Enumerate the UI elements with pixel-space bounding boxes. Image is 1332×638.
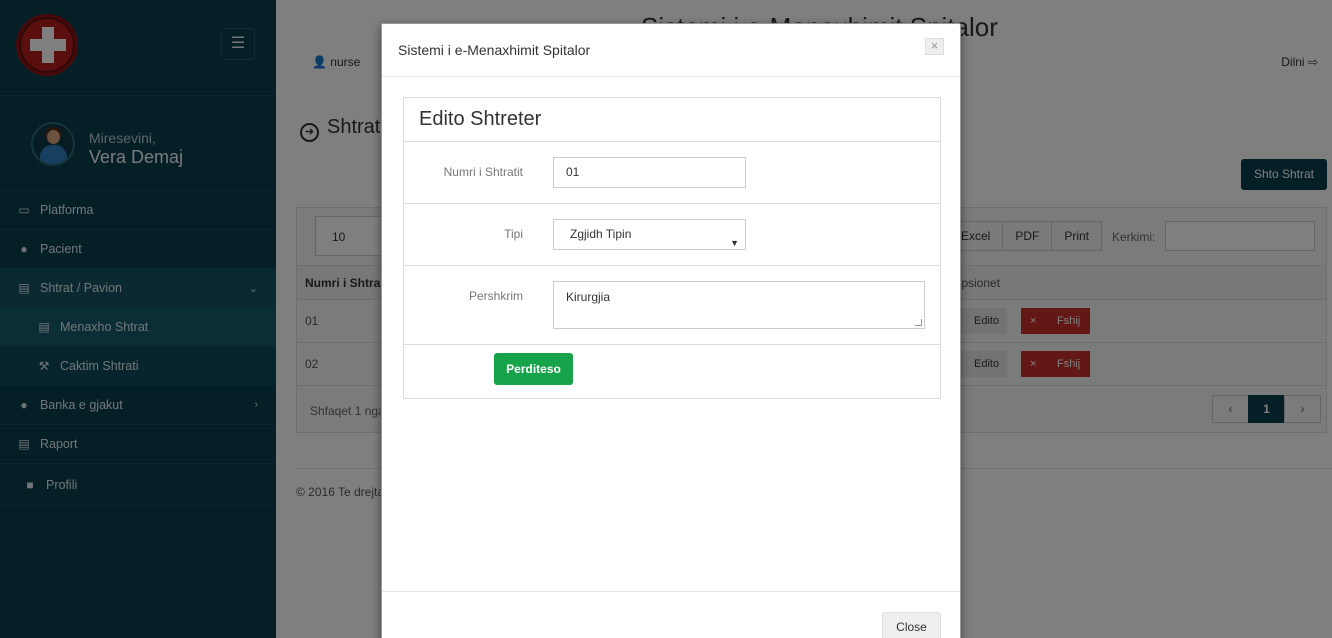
type-select[interactable]: Zgjidh Tipin ▼ [553,219,746,250]
number-label: Numri i Shtratit [443,165,523,179]
form-title: Edito Shtreter [404,98,940,142]
edit-form: Edito Shtreter Numri i Shtratit 01 Tipi … [403,97,941,399]
description-value: Kirurgjia [566,290,611,304]
bed-number-input[interactable]: 01 [553,157,746,188]
modal-header: Sistemi i e-Menaxhimit Spitalor × [382,24,960,77]
resize-handle-icon[interactable] [915,319,922,326]
form-row-type: Tipi Zgjidh Tipin ▼ [404,204,940,266]
description-label: Pershkrim [468,289,523,303]
close-button[interactable]: Close [882,612,941,638]
type-label: Tipi [504,227,523,241]
type-select-value: Zgjidh Tipin [570,227,632,241]
form-row-number: Numri i Shtratit 01 [404,142,940,204]
form-row-description: Pershkrim Kirurgjia [404,266,940,345]
caret-down-icon: ▼ [730,238,739,248]
edit-bed-modal: Sistemi i e-Menaxhimit Spitalor × Edito … [381,23,961,638]
description-textarea[interactable]: Kirurgjia [553,281,925,329]
bed-number-value: 01 [566,165,580,179]
modal-title: Sistemi i e-Menaxhimit Spitalor [398,42,591,58]
close-icon[interactable]: × [925,38,944,55]
update-button[interactable]: Perditeso [494,353,573,385]
modal-footer: Close [382,591,960,638]
